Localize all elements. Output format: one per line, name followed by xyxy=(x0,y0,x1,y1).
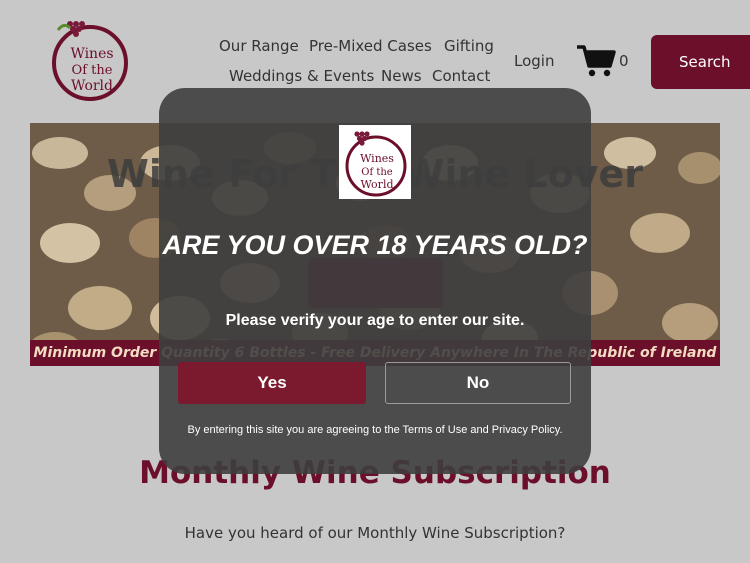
nav-pre-mixed-cases[interactable]: Pre-Mixed Cases xyxy=(309,37,432,55)
no-button[interactable]: No xyxy=(385,362,571,404)
nav-news[interactable]: News xyxy=(381,67,422,85)
modal-logo-line-3: World xyxy=(361,178,394,191)
age-gate-modal: Wines Of the World ARE YOU OVER 18 YEARS… xyxy=(159,88,591,474)
modal-logo-line-2: Of the xyxy=(361,167,393,178)
subscription-text: Have you heard of our Monthly Wine Subsc… xyxy=(184,524,566,542)
age-gate-subtitle: Please verify your age to enter our site… xyxy=(225,312,525,329)
cart-count: 0 xyxy=(619,52,629,70)
logo-line-3: World xyxy=(71,78,113,94)
modal-logo: Wines Of the World xyxy=(339,125,411,199)
logo-line-2: Of the xyxy=(72,63,113,78)
nav-weddings-events[interactable]: Weddings & Events xyxy=(229,67,374,85)
nav-contact[interactable]: Contact xyxy=(432,67,490,85)
modal-logo-line-1: Wines xyxy=(360,152,394,165)
age-gate-terms: By entering this site you are agreeing t… xyxy=(187,424,563,436)
nav-our-range[interactable]: Our Range xyxy=(219,37,299,55)
search-button[interactable]: Search xyxy=(651,35,750,89)
yes-button[interactable]: Yes xyxy=(178,362,366,404)
nav-gifting[interactable]: Gifting xyxy=(444,37,494,55)
age-gate-title: ARE YOU OVER 18 YEARS OLD? xyxy=(162,230,588,260)
grapes-icon: Wines Of the World xyxy=(345,131,407,197)
grapes-icon: Wines Of the World xyxy=(52,21,128,101)
site-logo[interactable]: Wines Of the World xyxy=(48,16,132,104)
login-link[interactable]: Login xyxy=(514,52,554,70)
logo-line-1: Wines xyxy=(70,46,113,62)
cart-icon[interactable] xyxy=(576,44,616,78)
